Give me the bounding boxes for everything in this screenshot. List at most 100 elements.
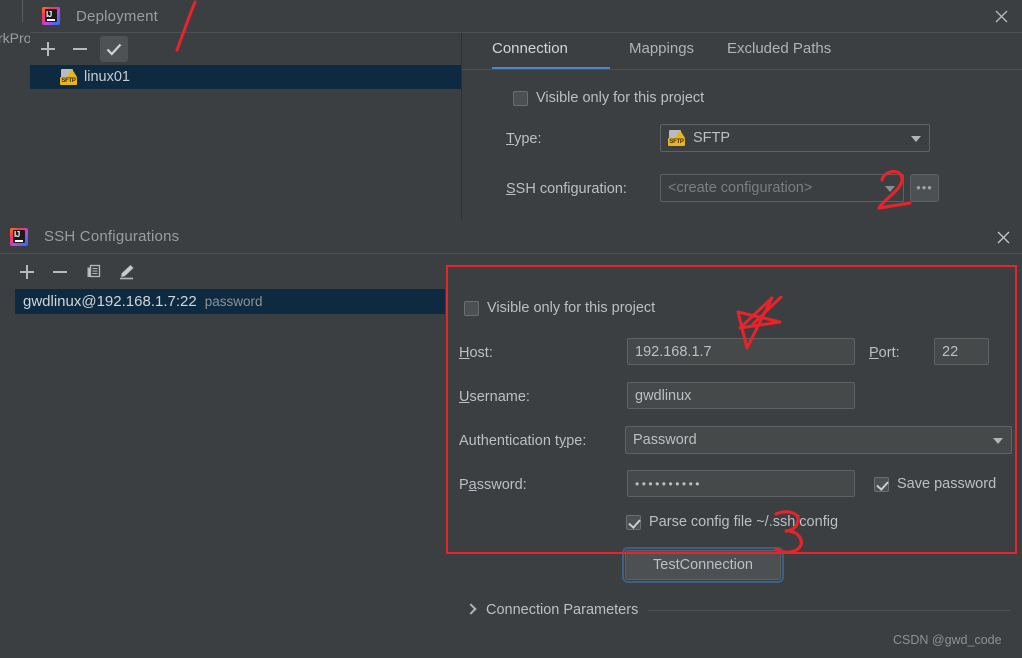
- ssh-configuration-combobox[interactable]: <create configuration>: [660, 174, 904, 202]
- host-label-text: ost:: [469, 345, 493, 361]
- port-field[interactable]: 22: [934, 338, 989, 365]
- port-label-text: ort:: [878, 345, 900, 361]
- authentication-type-combobox[interactable]: Password: [625, 426, 1012, 454]
- deployment-close-button[interactable]: [988, 3, 1014, 29]
- password-label-text-2: ssword:: [476, 477, 527, 493]
- authentication-type-label: Authentication type:: [459, 433, 587, 449]
- deployment-tabs: Connection Mappings Excluded Paths: [462, 33, 1022, 71]
- ellipsis-icon: •••: [916, 180, 933, 195]
- deployment-dialog: IJ Deployment SFTP linux01 Connection Ma…: [30, 0, 1022, 222]
- copy-icon: [87, 264, 100, 278]
- background-tab-divider: [22, 0, 23, 22]
- username-label-text: sername:: [469, 389, 530, 405]
- deployment-visible-only-label: Visible only for this project: [536, 90, 705, 106]
- ssh-right-pane: Visible only for this project Host: 192.…: [445, 254, 1022, 658]
- chevron-down-icon: [911, 136, 921, 142]
- server-list-row[interactable]: SFTP linux01: [30, 65, 461, 89]
- add-configuration-button[interactable]: [15, 260, 39, 284]
- intellij-idea-logo-icon: IJ: [10, 227, 28, 246]
- pencil-edit-icon: [119, 264, 134, 279]
- copy-configuration-button[interactable]: [81, 260, 105, 284]
- username-field[interactable]: gwdlinux: [627, 382, 855, 409]
- parse-config-checkbox[interactable]: Parse config file ~/.ssh/config: [626, 514, 838, 530]
- save-password-label: Save password: [897, 476, 997, 492]
- section-connection-parameters[interactable]: Connection Parameters: [465, 602, 1010, 618]
- deployment-dialog-title: Deployment: [76, 7, 159, 25]
- background-editor-tab-label: rkPro: [0, 30, 30, 46]
- tab-mappings[interactable]: Mappings: [629, 40, 694, 57]
- ssh-dialog-title: SSH Configurations: [44, 228, 180, 245]
- ssh-list-toolbar: [0, 254, 445, 289]
- chevron-down-icon: [885, 186, 895, 192]
- password-field-value: ••••••••••: [635, 476, 703, 491]
- test-connection-mnemonic: C: [679, 557, 691, 573]
- ssh-visible-only-checkbox[interactable]: Visible only for this project: [464, 300, 655, 316]
- parse-config-label: Parse config file ~/.ssh/config: [649, 514, 839, 530]
- minus-icon: [73, 42, 87, 56]
- port-field-value: 22: [942, 343, 959, 360]
- ssh-configuration-label-text: SH configuration:: [515, 181, 627, 197]
- tab-excluded-paths[interactable]: Excluded Paths: [727, 40, 831, 57]
- checkmark-icon: [106, 43, 122, 56]
- ssh-dialog-titlebar: IJ SSH Configurations: [0, 220, 1022, 253]
- authentication-type-value: Password: [633, 432, 697, 448]
- server-list-row-label: linux01: [84, 69, 130, 85]
- tab-excluded-paths-label: Excluded Paths: [727, 40, 832, 57]
- close-icon: [997, 231, 1009, 243]
- host-field[interactable]: 192.168.1.7: [627, 338, 855, 365]
- close-icon: [995, 10, 1007, 22]
- ssh-dialog-close-button[interactable]: [990, 224, 1016, 250]
- chevron-down-icon: [993, 438, 1003, 444]
- test-connection-button[interactable]: Test Connection: [622, 547, 784, 583]
- host-field-value: 192.168.1.7: [635, 343, 712, 360]
- tab-mappings-label: Mappings: [629, 40, 695, 57]
- save-password-checkbox[interactable]: Save password: [874, 476, 996, 492]
- ssh-configuration-label: SSH configuration:: [506, 181, 627, 197]
- type-label: Type:: [506, 131, 542, 147]
- username-label: Username:: [459, 389, 530, 405]
- ssh-configurations-dialog: IJ SSH Configurations gwdlinux@192.168.1…: [0, 220, 1022, 658]
- section-connection-parameters-label: Connection Parameters: [486, 602, 639, 618]
- intellij-idea-logo-icon: IJ: [42, 7, 60, 25]
- plus-icon: [20, 264, 34, 279]
- ssh-config-browse-button[interactable]: •••: [910, 174, 939, 202]
- section-rule: [648, 609, 1010, 611]
- checkbox-box: [626, 514, 641, 530]
- checkbox-box: [874, 476, 889, 492]
- deployment-left-pane: SFTP linux01: [30, 33, 461, 222]
- add-server-button[interactable]: [36, 37, 60, 61]
- set-default-server-button[interactable]: [100, 36, 128, 62]
- password-label-text: P: [459, 477, 469, 493]
- sftp-icon: SFTP: [668, 130, 685, 146]
- plus-icon: [41, 42, 55, 56]
- deployment-right-pane: Connection Mappings Excluded Paths Visib…: [462, 33, 1022, 222]
- ssh-left-pane: gwdlinux@192.168.1.7:22 password: [0, 254, 445, 658]
- ssh-configuration-value: <create configuration>: [668, 180, 813, 196]
- password-label: Password:: [459, 477, 527, 493]
- tab-connection-label: Connection: [492, 40, 568, 57]
- ssh-config-list-row[interactable]: gwdlinux@192.168.1.7:22 password: [15, 289, 445, 314]
- checkbox-box: [513, 90, 528, 106]
- sftp-server-icon: SFTP: [60, 69, 77, 85]
- tabs-bottom-divider: [462, 69, 1022, 70]
- watermark: CSDN @gwd_code: [893, 633, 1002, 647]
- deployment-list-toolbar: [30, 33, 461, 65]
- type-combobox[interactable]: SFTP SFTP: [660, 124, 930, 152]
- test-connection-label: Test: [653, 557, 680, 573]
- checkbox-box: [464, 300, 479, 316]
- remove-configuration-button[interactable]: [48, 260, 72, 284]
- ssh-config-list-row-name: gwdlinux@192.168.1.7:22: [23, 293, 197, 310]
- remove-server-button[interactable]: [68, 37, 92, 61]
- type-label-text: ype:: [514, 131, 542, 147]
- tab-connection[interactable]: Connection: [492, 40, 568, 57]
- authentication-type-label-text-2: pe:: [566, 433, 587, 449]
- ssh-config-list-row-auth: password: [204, 294, 263, 309]
- deployment-visible-only-checkbox[interactable]: Visible only for this project: [513, 90, 704, 106]
- minus-icon: [53, 265, 67, 279]
- password-field[interactable]: ••••••••••: [627, 470, 855, 497]
- username-field-value: gwdlinux: [635, 387, 692, 404]
- port-label: Port:: [869, 345, 900, 361]
- ssh-visible-only-label: Visible only for this project: [487, 300, 656, 316]
- authentication-type-label-text: Authentication t: [459, 433, 559, 449]
- edit-configuration-button[interactable]: [114, 260, 138, 284]
